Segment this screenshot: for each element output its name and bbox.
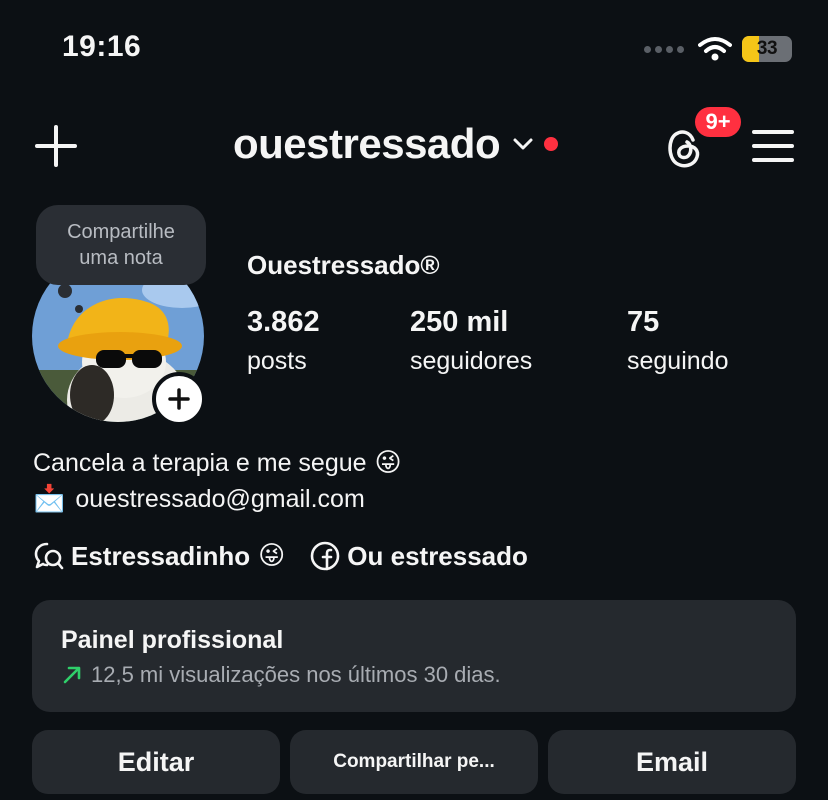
- note-bubble-tail: [58, 284, 72, 298]
- bio-line-2: 📩 ouestressado@gmail.com: [33, 484, 365, 514]
- account-switcher[interactable]: ouestressado: [233, 120, 559, 168]
- status-icons: 33: [644, 36, 792, 62]
- bio-email[interactable]: ouestressado@gmail.com: [75, 485, 364, 514]
- facebook-link[interactable]: Ou estressado: [309, 540, 528, 572]
- bio-line-1: Cancela a terapia e me segue 😜: [33, 448, 402, 478]
- winking-tongue-emoji: 😜: [258, 541, 286, 571]
- new-activity-dot: [544, 137, 559, 151]
- winking-tongue-emoji: 😜: [374, 448, 402, 478]
- posts-count: 3.862: [247, 306, 320, 338]
- plus-icon: [168, 388, 190, 410]
- facebook-icon: [310, 541, 340, 571]
- posts-label: posts: [247, 347, 307, 375]
- status-time: 19:16: [62, 30, 142, 63]
- dashboard-views-text: 12,5 mi visualizações nos últimos 30 dia…: [91, 662, 501, 687]
- profile-username: ouestressado: [233, 120, 501, 167]
- dashboard-subtitle: 12,5 mi visualizações nos últimos 30 dia…: [61, 662, 501, 688]
- wifi-icon: [698, 37, 732, 61]
- dashboard-title: Painel profissional: [61, 626, 284, 654]
- edit-profile-button[interactable]: Editar: [32, 730, 280, 794]
- followers-label: seguidores: [410, 347, 533, 375]
- note-bubble-tail: [75, 305, 83, 313]
- note-bubble[interactable]: Compartilhe uma nota: [36, 205, 206, 285]
- battery-percentage: 33: [756, 38, 778, 59]
- following-count: 75: [627, 306, 660, 338]
- display-name: Ouestressado®: [247, 250, 440, 280]
- add-story-button[interactable]: [152, 372, 206, 426]
- chevron-down-icon: [513, 138, 533, 150]
- battery-icon: 33: [742, 36, 792, 62]
- following-label: seguindo: [627, 347, 729, 375]
- facebook-link-label: Ou estressado: [347, 540, 528, 571]
- stat-posts[interactable]: 3.862 posts: [247, 306, 320, 376]
- cellular-signal-icon: [644, 45, 684, 53]
- profile-links: Estressadinho 😜 Ou estressado: [33, 540, 528, 572]
- bio-text: Cancela a terapia e me segue: [33, 448, 367, 477]
- note-prompt-line1: Compartilhe: [67, 221, 175, 243]
- threads-link[interactable]: Estressadinho 😜: [33, 540, 285, 572]
- trending-up-icon: [63, 666, 81, 684]
- email-button[interactable]: Email: [548, 730, 796, 794]
- followers-count: 250 mil: [410, 306, 509, 338]
- notification-badge[interactable]: 9+: [692, 104, 744, 140]
- threads-link-label: Estressadinho: [71, 540, 251, 571]
- threads-chat-icon: [34, 542, 64, 570]
- envelope-arrow-emoji: 📩: [33, 484, 66, 514]
- note-prompt-line2: uma nota: [79, 247, 163, 269]
- plus-icon[interactable]: [34, 124, 78, 168]
- menu-icon[interactable]: [752, 128, 794, 164]
- stat-followers[interactable]: 250 mil seguidores: [410, 306, 532, 376]
- share-profile-button[interactable]: Compartilhar pe...: [290, 730, 538, 794]
- professional-dashboard-card[interactable]: Painel profissional 12,5 mi visualizaçõe…: [32, 600, 796, 712]
- stat-following[interactable]: 75 seguindo: [627, 306, 728, 376]
